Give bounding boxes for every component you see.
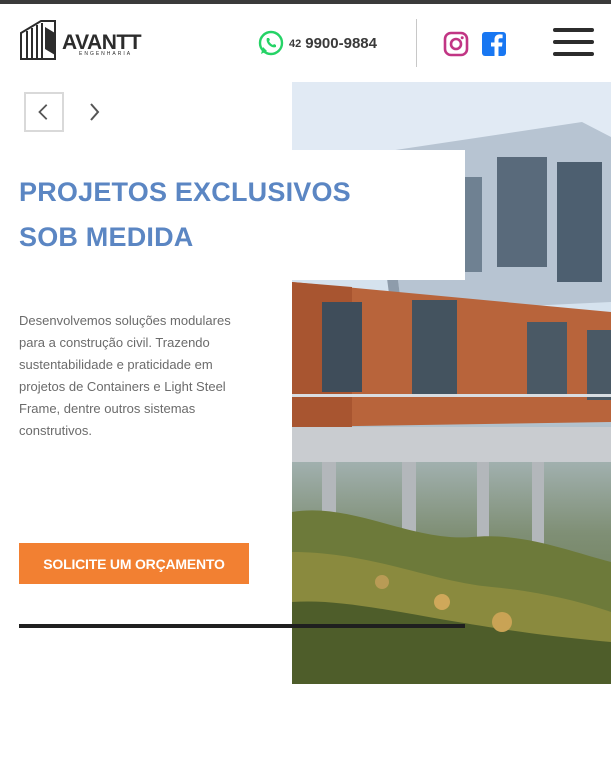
brand-name: AVANTT [62, 31, 142, 54]
phone-area-code: 42 [289, 38, 302, 50]
logo-mark-icon [20, 20, 56, 60]
request-quote-button[interactable]: SOLICITE UM ORÇAMENTO [19, 543, 249, 584]
menu-bar-icon [553, 52, 594, 56]
slider-next-button[interactable] [80, 96, 108, 128]
brand-logo[interactable]: AVANTT ENGENHARIA [19, 19, 143, 61]
slider-progress-bar [19, 624, 465, 628]
brand-tagline: ENGENHARIA [79, 51, 133, 57]
hamburger-menu-button[interactable] [553, 27, 594, 57]
hero-title: PROJETOS EXCLUSIVOS SOB MEDIDA [19, 170, 459, 260]
slider-prev-button[interactable] [24, 92, 64, 132]
menu-bar-icon [553, 40, 594, 44]
site-header: AVANTT ENGENHARIA 42 9900-9884 [0, 4, 611, 82]
hero-title-line-1: PROJETOS EXCLUSIVOS [19, 177, 351, 207]
whatsapp-icon [258, 30, 284, 56]
menu-bar-icon [553, 28, 594, 32]
phone-contact[interactable]: 42 9900-9884 [258, 29, 377, 57]
hero-title-line-2: SOB MEDIDA [19, 222, 194, 252]
header-divider [416, 19, 417, 67]
hero-description: Desenvolvemos soluções modulares para a … [19, 313, 231, 438]
facebook-icon[interactable] [481, 31, 507, 57]
instagram-icon[interactable] [443, 31, 469, 57]
chevron-left-icon [38, 104, 48, 120]
phone-number: 9900-9884 [305, 34, 377, 52]
chevron-right-icon [90, 103, 100, 121]
